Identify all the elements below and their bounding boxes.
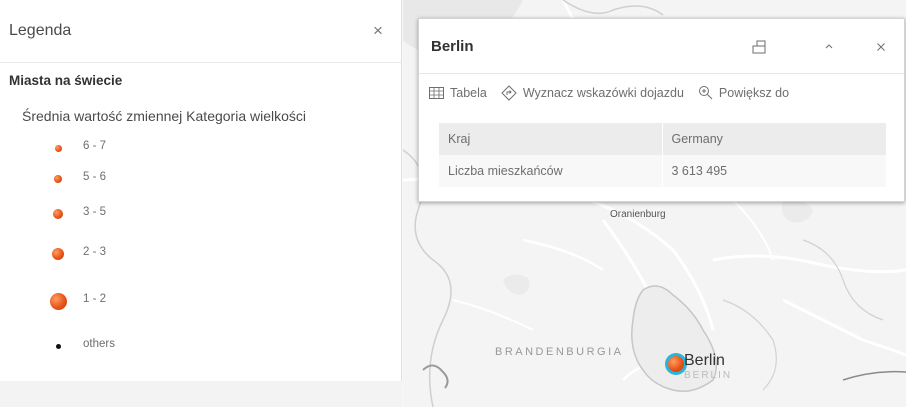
popup-actions: Tabela Wyznacz wskazówki dojazdu Powięks… xyxy=(419,73,904,111)
zoom-in-icon xyxy=(698,86,713,100)
action-zoom[interactable]: Powiększ do xyxy=(698,85,789,100)
directions-icon xyxy=(501,84,517,101)
black-dot-icon xyxy=(46,335,70,357)
action-zoom-label: Powiększ do xyxy=(718,85,790,100)
legend-item-label: 3 - 5 xyxy=(83,206,107,218)
orange-dot-icon xyxy=(46,137,70,159)
legend-item-label: 6 - 7 xyxy=(83,140,107,152)
table-cell-field: Kraj xyxy=(439,123,662,155)
legend-header: Legenda × xyxy=(0,0,401,63)
map-label-brandenburgia: BRANDENBURGIA xyxy=(495,346,624,358)
dock-icon[interactable] xyxy=(749,37,769,57)
orange-dot-icon xyxy=(46,243,70,265)
table-row: Kraj Germany xyxy=(439,123,886,155)
orange-dot-icon xyxy=(46,203,70,225)
legend-item-label: others xyxy=(83,338,115,350)
table-cell-value: Germany xyxy=(661,123,886,155)
legend-item-label: 2 - 3 xyxy=(83,246,107,258)
action-directions[interactable]: Wyznacz wskazówki dojazdu xyxy=(501,84,684,101)
close-icon[interactable]: × xyxy=(369,22,387,40)
orange-dot-icon xyxy=(46,168,70,190)
action-directions-label: Wyznacz wskazówki dojazdu xyxy=(522,85,684,100)
chevron-up-icon[interactable] xyxy=(819,37,839,57)
legend-title: Legenda xyxy=(9,22,72,39)
legend-panel: Legenda × Miasta na świecie Średnia wart… xyxy=(0,0,402,407)
map-label-oranienburg: Oranienburg xyxy=(610,209,666,220)
popup-attribute-table: Kraj Germany Liczba mieszkańców 3 613 49… xyxy=(439,123,886,187)
map-label-berlin-region: BERLIN xyxy=(684,370,733,381)
popup: Berlin Tabela Wyznacz wskazówki dojazdu … xyxy=(418,18,905,202)
legend-item-label: 1 - 2 xyxy=(83,293,107,305)
action-table-label: Tabela xyxy=(450,85,487,100)
legend-item-label: 5 - 6 xyxy=(83,171,107,183)
map-label-berlin: Berlin xyxy=(684,352,725,369)
table-cell-field: Liczba mieszkańców xyxy=(439,155,662,187)
legend-layer-name: Miasta na świecie xyxy=(9,73,123,88)
legend-footer xyxy=(0,381,402,407)
table-row: Liczba mieszkańców 3 613 495 xyxy=(439,155,886,187)
popup-header: Berlin xyxy=(419,19,904,73)
table-icon xyxy=(429,86,444,99)
orange-dot-icon xyxy=(46,290,70,312)
table-cell-value: 3 613 495 xyxy=(661,155,886,187)
action-table[interactable]: Tabela xyxy=(429,86,487,100)
close-icon[interactable] xyxy=(871,37,891,57)
popup-title: Berlin xyxy=(431,37,474,55)
legend-field-label: Średnia wartość zmiennej Kategoria wielk… xyxy=(22,108,307,124)
